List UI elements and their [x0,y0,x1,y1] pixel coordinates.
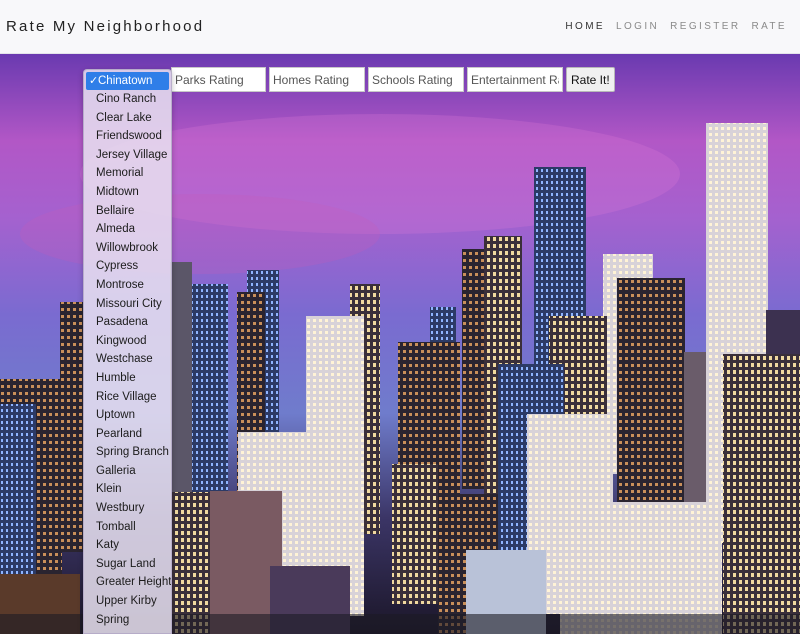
dropdown-option[interactable]: Spring Branch [84,443,171,462]
dropdown-option[interactable]: Willowbrook [84,239,171,258]
dropdown-option[interactable]: Westbury [84,499,171,518]
checkmark-icon: ✓ [89,75,99,87]
dropdown-option[interactable]: Missouri City [84,295,171,314]
dropdown-option[interactable]: Pasadena [84,313,171,332]
dropdown-option[interactable]: Rice Village [84,388,171,407]
brand-title[interactable]: Rate My Neighborhood [6,18,204,35]
dropdown-option[interactable]: Tomball [84,518,171,537]
nav-link-register[interactable]: REGISTER [670,21,740,32]
dropdown-option[interactable]: Humble [84,369,171,388]
dropdown-option[interactable]: Midtown [84,183,171,202]
dropdown-option[interactable]: Spring [84,611,171,630]
dropdown-option[interactable]: Jersey Village [84,146,171,165]
dropdown-option[interactable]: Kingwood [84,332,171,351]
dropdown-option[interactable]: Klein [84,480,171,499]
dropdown-option[interactable]: Bellaire [84,202,171,221]
dropdown-option[interactable]: Memorial [84,164,171,183]
dropdown-option[interactable]: Sugar Land [84,555,171,574]
dropdown-option[interactable]: Upper Kirby [84,592,171,611]
option-label: Chinatown [98,75,153,87]
dropdown-option[interactable]: Uptown [84,406,171,425]
dropdown-option[interactable]: Galleria [84,462,171,481]
neighborhood-dropdown[interactable]: ✓Chinatown Cino Ranch Clear Lake Friends… [83,69,172,634]
dropdown-option[interactable]: Almeda [84,220,171,239]
schools-rating-input[interactable] [368,67,464,92]
nav-link-rate[interactable]: RATE [751,21,787,32]
dropdown-option-selected[interactable]: ✓Chinatown [86,72,169,90]
dropdown-option[interactable]: Westchase [84,350,171,369]
dropdown-option[interactable]: Friendswood [84,127,171,146]
entertainment-rating-input[interactable] [467,67,563,92]
navbar: Rate My Neighborhood HOME LOGIN REGISTER… [0,0,800,54]
nav-link-login[interactable]: LOGIN [616,21,659,32]
dropdown-option[interactable]: Cino Ranch [84,90,171,109]
homes-rating-input[interactable] [269,67,365,92]
dropdown-option[interactable]: Katy [84,536,171,555]
parks-rating-input[interactable] [171,67,266,92]
nav-links: HOME LOGIN REGISTER RATE [565,21,787,32]
dropdown-option[interactable]: Montrose [84,276,171,295]
rate-it-button[interactable]: Rate It! [566,67,615,92]
dropdown-option[interactable]: Clear Lake [84,109,171,128]
dropdown-option[interactable]: Cypress [84,257,171,276]
nav-link-home[interactable]: HOME [565,21,605,32]
dropdown-option[interactable]: Pearland [84,425,171,444]
dropdown-option[interactable]: Greater Heights [84,573,171,592]
rating-form: Rate It! [171,67,615,92]
